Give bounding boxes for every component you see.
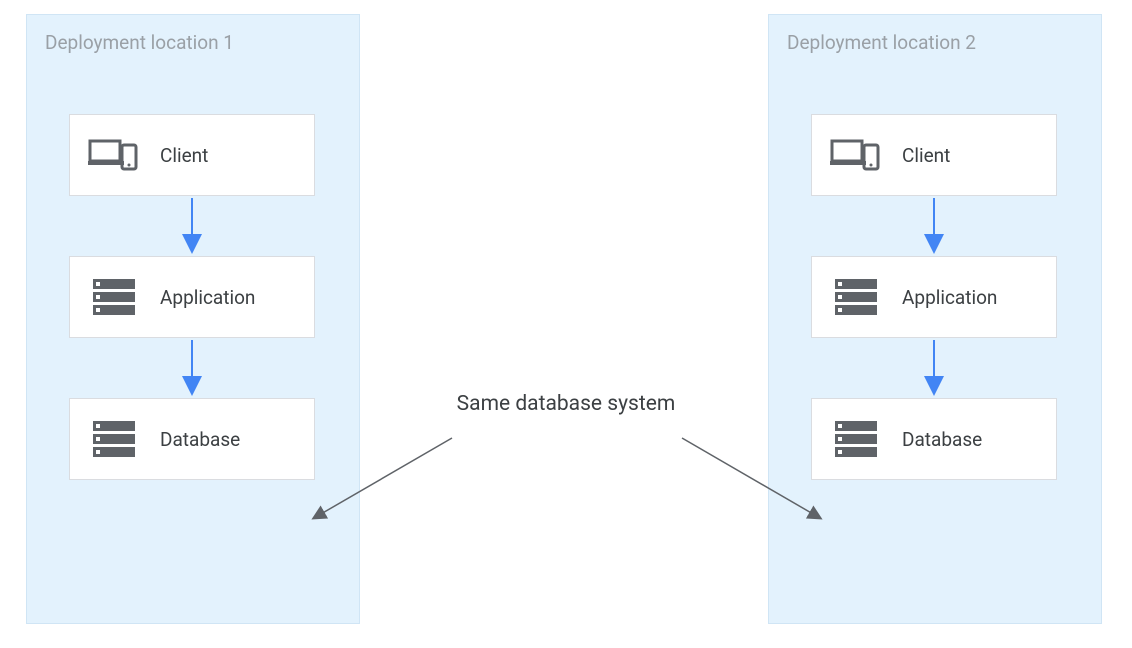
client-icon [830,133,882,177]
database-label: Database [160,428,240,451]
server-icon [830,275,882,319]
database-node-2: Database [811,398,1057,480]
application-label: Application [160,286,255,309]
server-icon [88,275,140,319]
panel-title-1: Deployment location 1 [45,31,341,54]
client-node: Client [69,114,315,196]
panel-title-2: Deployment location 2 [787,31,1083,54]
arrow-app-db-1 [69,338,315,398]
arrow-client-app-1 [69,196,315,256]
client-label: Client [160,144,208,167]
arrow-annotation-left [302,430,462,530]
client-label-2: Client [902,144,950,167]
arrow-client-app-2 [811,196,1057,256]
arrow-app-db-2 [811,338,1057,398]
application-node: Application [69,256,315,338]
database-label-2: Database [902,428,982,451]
deployment-location-1: Deployment location 1 Client [26,14,360,624]
application-node-2: Application [811,256,1057,338]
database-node: Database [69,398,315,480]
same-db-annotation: Same database system [440,390,692,418]
database-icon [88,417,140,461]
application-label-2: Application [902,286,997,309]
client-node-2: Client [811,114,1057,196]
arrow-annotation-right [672,430,832,530]
client-icon [88,133,140,177]
database-icon [830,417,882,461]
deployment-location-2: Deployment location 2 Client [768,14,1102,624]
